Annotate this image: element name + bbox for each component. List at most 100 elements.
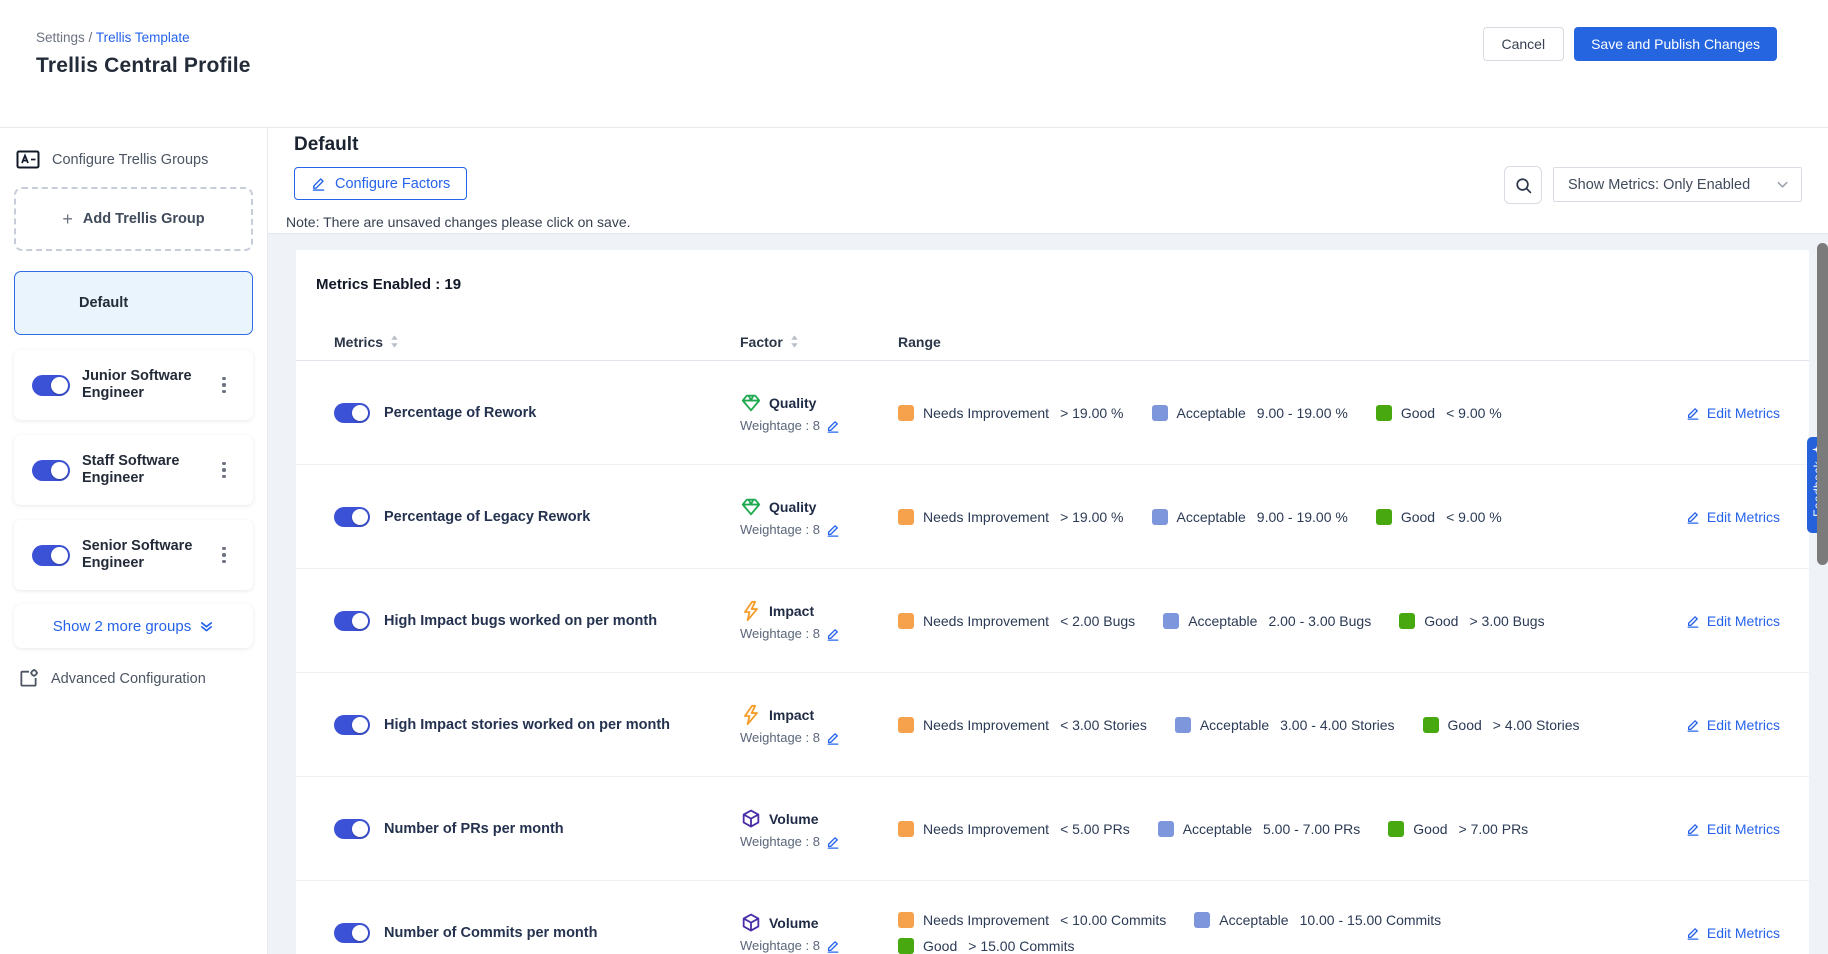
group-enabled-toggle[interactable]: [32, 375, 70, 396]
range-color-swatch: [1175, 717, 1191, 733]
edit-metrics-link[interactable]: Edit Metrics: [1686, 717, 1780, 733]
range-value: < 10.00 Commits: [1060, 912, 1166, 928]
factor-cell: Quality Weightage : 8: [740, 392, 884, 433]
range-color-swatch: [898, 613, 914, 629]
range-color-swatch: [1376, 509, 1392, 525]
range-chip: Acceptable 10.00 - 15.00 Commits: [1194, 912, 1441, 928]
search-button[interactable]: [1504, 166, 1542, 204]
cancel-button[interactable]: Cancel: [1483, 27, 1565, 61]
vertical-scrollbar[interactable]: [1817, 243, 1828, 565]
edit-weightage-icon[interactable]: [826, 627, 840, 641]
edit-weightage-icon[interactable]: [826, 835, 840, 849]
plus-icon: +: [62, 209, 73, 230]
show-more-groups-button[interactable]: Show 2 more groups: [14, 604, 253, 648]
kebab-menu-icon[interactable]: [216, 543, 232, 568]
advanced-configuration-link[interactable]: Advanced Configuration: [14, 668, 253, 689]
edit-metrics-link[interactable]: Edit Metrics: [1686, 405, 1780, 421]
group-name: Staff Software Engineer: [82, 453, 204, 487]
breadcrumb: Settings / Trellis Template: [36, 30, 190, 45]
edit-pencil-icon: [1686, 718, 1700, 732]
range-chip: Acceptable 9.00 - 19.00 %: [1152, 509, 1348, 525]
edit-pencil-icon: [1686, 822, 1700, 836]
configure-trellis-groups-header: Configure Trellis Groups: [14, 150, 253, 169]
range-level-label: Needs Improvement: [923, 821, 1049, 837]
unsaved-changes-note: Note: There are unsaved changes please c…: [286, 214, 631, 230]
table-row: Percentage of Rework Quality Weightage :…: [296, 361, 1809, 465]
metric-enabled-toggle[interactable]: [334, 507, 370, 527]
edit-weightage-icon[interactable]: [826, 419, 840, 433]
edit-weightage-icon[interactable]: [826, 939, 840, 953]
sort-icon[interactable]: [790, 334, 799, 349]
factor-cell: Volume Weightage : 8: [740, 912, 884, 953]
edit-weightage-icon[interactable]: [826, 731, 840, 745]
factor-cell: Impact Weightage : 8: [740, 704, 884, 745]
range-chip: Needs Improvement > 19.00 %: [898, 405, 1124, 421]
configure-factors-button[interactable]: Configure Factors: [294, 167, 467, 200]
range-level-label: Good: [1401, 405, 1435, 421]
add-trellis-group-button[interactable]: + Add Trellis Group: [14, 187, 253, 251]
sidebar-group-card[interactable]: Senior Software Engineer: [14, 520, 253, 590]
factor-name: Volume: [769, 811, 819, 827]
group-name: Senior Software Engineer: [82, 538, 204, 572]
range-color-swatch: [1423, 717, 1439, 733]
trellis-central-profile-page: Settings / Trellis Template Trellis Cent…: [0, 0, 1828, 954]
edit-metrics-link[interactable]: Edit Metrics: [1686, 821, 1780, 837]
range-value: 9.00 - 19.00 %: [1257, 405, 1348, 421]
kebab-menu-icon[interactable]: [216, 458, 232, 483]
sidebar-group-card[interactable]: Staff Software Engineer: [14, 435, 253, 505]
table-body: Percentage of Rework Quality Weightage :…: [296, 361, 1809, 954]
topbar-actions: Cancel Save and Publish Changes: [1483, 27, 1778, 61]
column-header-factor[interactable]: Factor: [740, 334, 898, 350]
range-chip: Acceptable 9.00 - 19.00 %: [1152, 405, 1348, 421]
sidebar-group-card[interactable]: Junior Software Engineer: [14, 350, 253, 420]
range-color-swatch: [1194, 912, 1210, 928]
metric-enabled-toggle[interactable]: [334, 403, 370, 423]
metric-name: Number of Commits per month: [384, 925, 726, 941]
save-and-publish-button[interactable]: Save and Publish Changes: [1574, 27, 1777, 61]
page-title: Trellis Central Profile: [36, 54, 251, 78]
factor-name: Volume: [769, 915, 819, 931]
metric-name: Percentage of Legacy Rework: [384, 509, 726, 525]
range-level-label: Acceptable: [1177, 509, 1246, 525]
weightage-label: Weightage : 8: [740, 418, 820, 433]
edit-metrics-link[interactable]: Edit Metrics: [1686, 925, 1780, 941]
breadcrumb-trellis-template[interactable]: Trellis Template: [96, 30, 190, 45]
range-level-label: Needs Improvement: [923, 717, 1049, 733]
metric-enabled-toggle[interactable]: [334, 819, 370, 839]
range-chip: Acceptable 3.00 - 4.00 Stories: [1175, 717, 1395, 733]
metrics-table-card: Metrics Enabled : 19 Metrics Factor Rang…: [296, 250, 1809, 954]
range-color-swatch: [898, 821, 914, 837]
quality-icon: [740, 392, 762, 414]
show-metrics-dropdown[interactable]: Show Metrics: Only Enabled: [1553, 167, 1802, 202]
table-row: Number of PRs per month Volume Weightage…: [296, 777, 1809, 881]
range-value: < 9.00 %: [1446, 405, 1502, 421]
table-row: Number of Commits per month Volume Weigh…: [296, 881, 1809, 954]
edit-weightage-icon[interactable]: [826, 523, 840, 537]
range-value: > 15.00 Commits: [968, 938, 1074, 954]
range-value: 9.00 - 19.00 %: [1257, 509, 1348, 525]
range-level-label: Needs Improvement: [923, 613, 1049, 629]
range-level-label: Needs Improvement: [923, 509, 1049, 525]
edit-metrics-link[interactable]: Edit Metrics: [1686, 613, 1780, 629]
metric-enabled-toggle[interactable]: [334, 923, 370, 943]
range-value: 3.00 - 4.00 Stories: [1280, 717, 1394, 733]
range-level-label: Good: [1401, 509, 1435, 525]
factor-name: Impact: [769, 707, 814, 723]
group-enabled-toggle[interactable]: [32, 545, 70, 566]
sort-icon[interactable]: [390, 334, 399, 349]
table-row: High Impact stories worked on per month …: [296, 673, 1809, 777]
edit-pencil-icon: [1686, 406, 1700, 420]
sidebar-item-default[interactable]: Default: [14, 271, 253, 335]
range-value: > 3.00 Bugs: [1469, 613, 1544, 629]
range-level-label: Acceptable: [1183, 821, 1252, 837]
group-enabled-toggle[interactable]: [32, 460, 70, 481]
edit-metrics-link[interactable]: Edit Metrics: [1686, 509, 1780, 525]
breadcrumb-settings[interactable]: Settings: [36, 30, 85, 45]
metric-enabled-toggle[interactable]: [334, 715, 370, 735]
kebab-menu-icon[interactable]: [216, 373, 232, 398]
metric-enabled-toggle[interactable]: [334, 611, 370, 631]
search-icon: [1514, 176, 1533, 195]
range-chip: Good > 3.00 Bugs: [1399, 613, 1544, 629]
column-header-metrics[interactable]: Metrics: [334, 334, 740, 350]
quality-icon: [740, 496, 762, 518]
